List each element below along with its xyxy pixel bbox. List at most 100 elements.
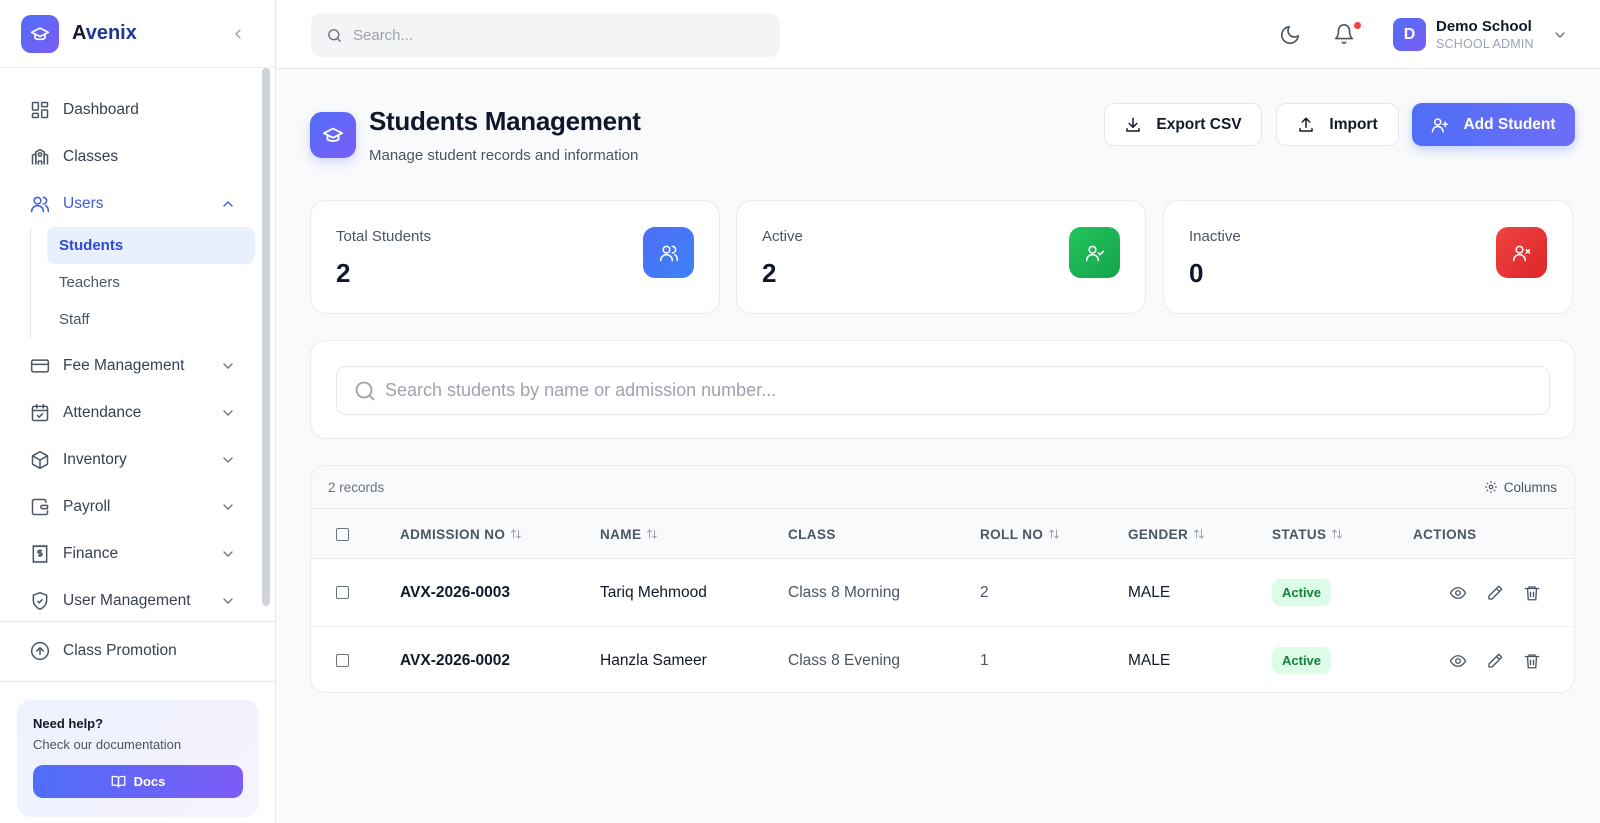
trash-icon[interactable] [1522,583,1542,603]
user-menu[interactable]: D Demo School SCHOOL ADMIN [1393,18,1568,51]
column-actions: ACTIONS [1413,509,1477,559]
sidebar-item-classes[interactable]: Classes [0,133,276,180]
column-label: NAME [600,526,642,542]
sidebar-item-label: Attendance [63,403,142,421]
pencil-icon[interactable] [1485,651,1505,671]
sidebar-subitem-students[interactable]: Students [47,227,255,264]
stat-label: Active [762,228,803,245]
chevron-down-icon [223,456,233,463]
sidebar-item-finance[interactable]: Finance [0,530,276,577]
user-x-icon [1496,227,1547,278]
global-search-input[interactable] [353,26,753,44]
row-checkbox[interactable] [336,654,349,667]
user-name: Demo School [1436,18,1532,35]
trash-icon[interactable] [1522,651,1542,671]
stat-value: 0 [1189,258,1204,288]
sort-icon[interactable] [1331,528,1343,540]
sidebar-scrollbar[interactable] [262,68,270,606]
students-table-card: 2 records Columns ADMISSION NO NAME CLAS… [310,465,1575,693]
column-roll-no[interactable]: ROLL NO [980,509,1060,559]
sidebar-subitem-teachers[interactable]: Teachers [47,264,255,301]
cell-admission-no: AVX-2026-0003 [400,583,511,601]
column-gender[interactable]: GENDER [1128,509,1205,559]
chevron-left-icon [235,28,241,39]
stat-card-inactive: Inactive 0 [1163,200,1573,314]
add-student-label: Add Student [1463,115,1556,133]
sidebar-subitem-staff[interactable]: Staff [47,301,255,338]
sidebar-item-user-management[interactable]: User Management [0,577,276,624]
graduation-cap-icon[interactable] [21,14,59,53]
import-label: Import [1329,115,1378,133]
moon-icon[interactable] [1279,24,1301,46]
users-submenu: Students Teachers Staff [30,227,276,338]
stat-value: 2 [762,258,777,288]
cell-roll-no: 2 [980,583,989,601]
sidebar-item-label: Class Promotion [63,641,177,659]
upload-icon [1299,117,1314,132]
user-check-icon [1069,227,1120,278]
stat-label: Inactive [1189,228,1241,245]
status-badge: Active [1272,647,1332,674]
user-role: SCHOOL ADMIN [1436,37,1534,51]
column-name[interactable]: NAME [600,509,658,559]
stat-card-total-students: Total Students 2 [310,200,720,314]
sidebar-item-dashboard[interactable]: Dashboard [0,86,276,133]
brand-name[interactable]: Avenix [72,22,137,45]
sidebar-item-label: Fee Management [63,356,185,374]
sort-icon[interactable] [1048,528,1060,540]
divider [0,681,276,682]
row-checkbox[interactable] [336,586,349,599]
columns-button[interactable]: Columns [1484,480,1557,495]
page-title: Students Management [369,106,641,136]
sidebar-item-fee-management[interactable]: Fee Management [0,342,276,389]
column-label: STATUS [1272,526,1327,542]
cell-gender: MALE [1128,583,1171,601]
column-status[interactable]: STATUS [1272,509,1343,559]
pencil-icon[interactable] [1485,583,1505,603]
import-button[interactable]: Import [1276,103,1399,146]
sidebar-item-inventory[interactable]: Inventory [0,436,276,483]
column-admission-no[interactable]: ADMISSION NO [400,509,522,559]
book-open-icon [111,775,125,788]
export-csv-label: Export CSV [1156,115,1242,133]
bell-icon[interactable] [1333,23,1355,45]
docs-button-label: Docs [133,774,166,789]
select-all-checkbox[interactable] [336,527,349,541]
sidebar-item-users[interactable]: Users [0,180,276,227]
table-row[interactable]: AVX-2026-0003 Tariq Mehmood Class 8 Morn… [311,559,1574,627]
chevron-down-icon [1555,31,1565,38]
sidebar-item-attendance[interactable]: Attendance [0,389,276,436]
sort-icon[interactable] [1193,528,1205,540]
docs-button[interactable]: Docs [33,765,243,798]
receipt-icon [29,543,51,565]
chevron-down-icon [223,409,233,416]
student-search-box [336,366,1550,415]
topbar: D Demo School SCHOOL ADMIN [277,0,1600,69]
export-csv-button[interactable]: Export CSV [1104,103,1262,146]
eye-icon[interactable] [1448,583,1468,603]
table-toolbar: 2 records Columns [311,466,1574,509]
cell-name: Tariq Mehmood [600,583,707,601]
student-search-input[interactable] [385,380,1485,401]
table-row[interactable]: AVX-2026-0002 Hanzla Sameer Class 8 Even… [311,627,1574,692]
column-label: CLASS [788,526,836,542]
stat-value: 2 [336,258,351,288]
eye-icon[interactable] [1448,651,1468,671]
cell-name: Hanzla Sameer [600,651,707,669]
box-icon [29,449,51,471]
table-header: ADMISSION NO NAME CLASS ROLL NO GENDER S… [311,509,1574,559]
notification-dot [1353,21,1362,30]
sidebar: Avenix Dashboard Classes Users Students … [0,0,276,823]
sort-icon[interactable] [646,528,658,540]
arrow-up-circle-icon [29,640,51,662]
sidebar-item-payroll[interactable]: Payroll [0,483,276,530]
help-subtitle: Check our documentation [33,737,182,752]
users-icon [643,227,694,278]
sidebar-item-label: Classes [63,147,119,165]
sidebar-item-class-promotion[interactable]: Class Promotion [0,627,276,674]
school-icon [29,146,51,168]
collapse-sidebar-button[interactable] [226,22,250,46]
global-search [311,13,780,57]
sort-icon[interactable] [510,528,522,540]
add-student-button[interactable]: Add Student [1412,103,1575,146]
